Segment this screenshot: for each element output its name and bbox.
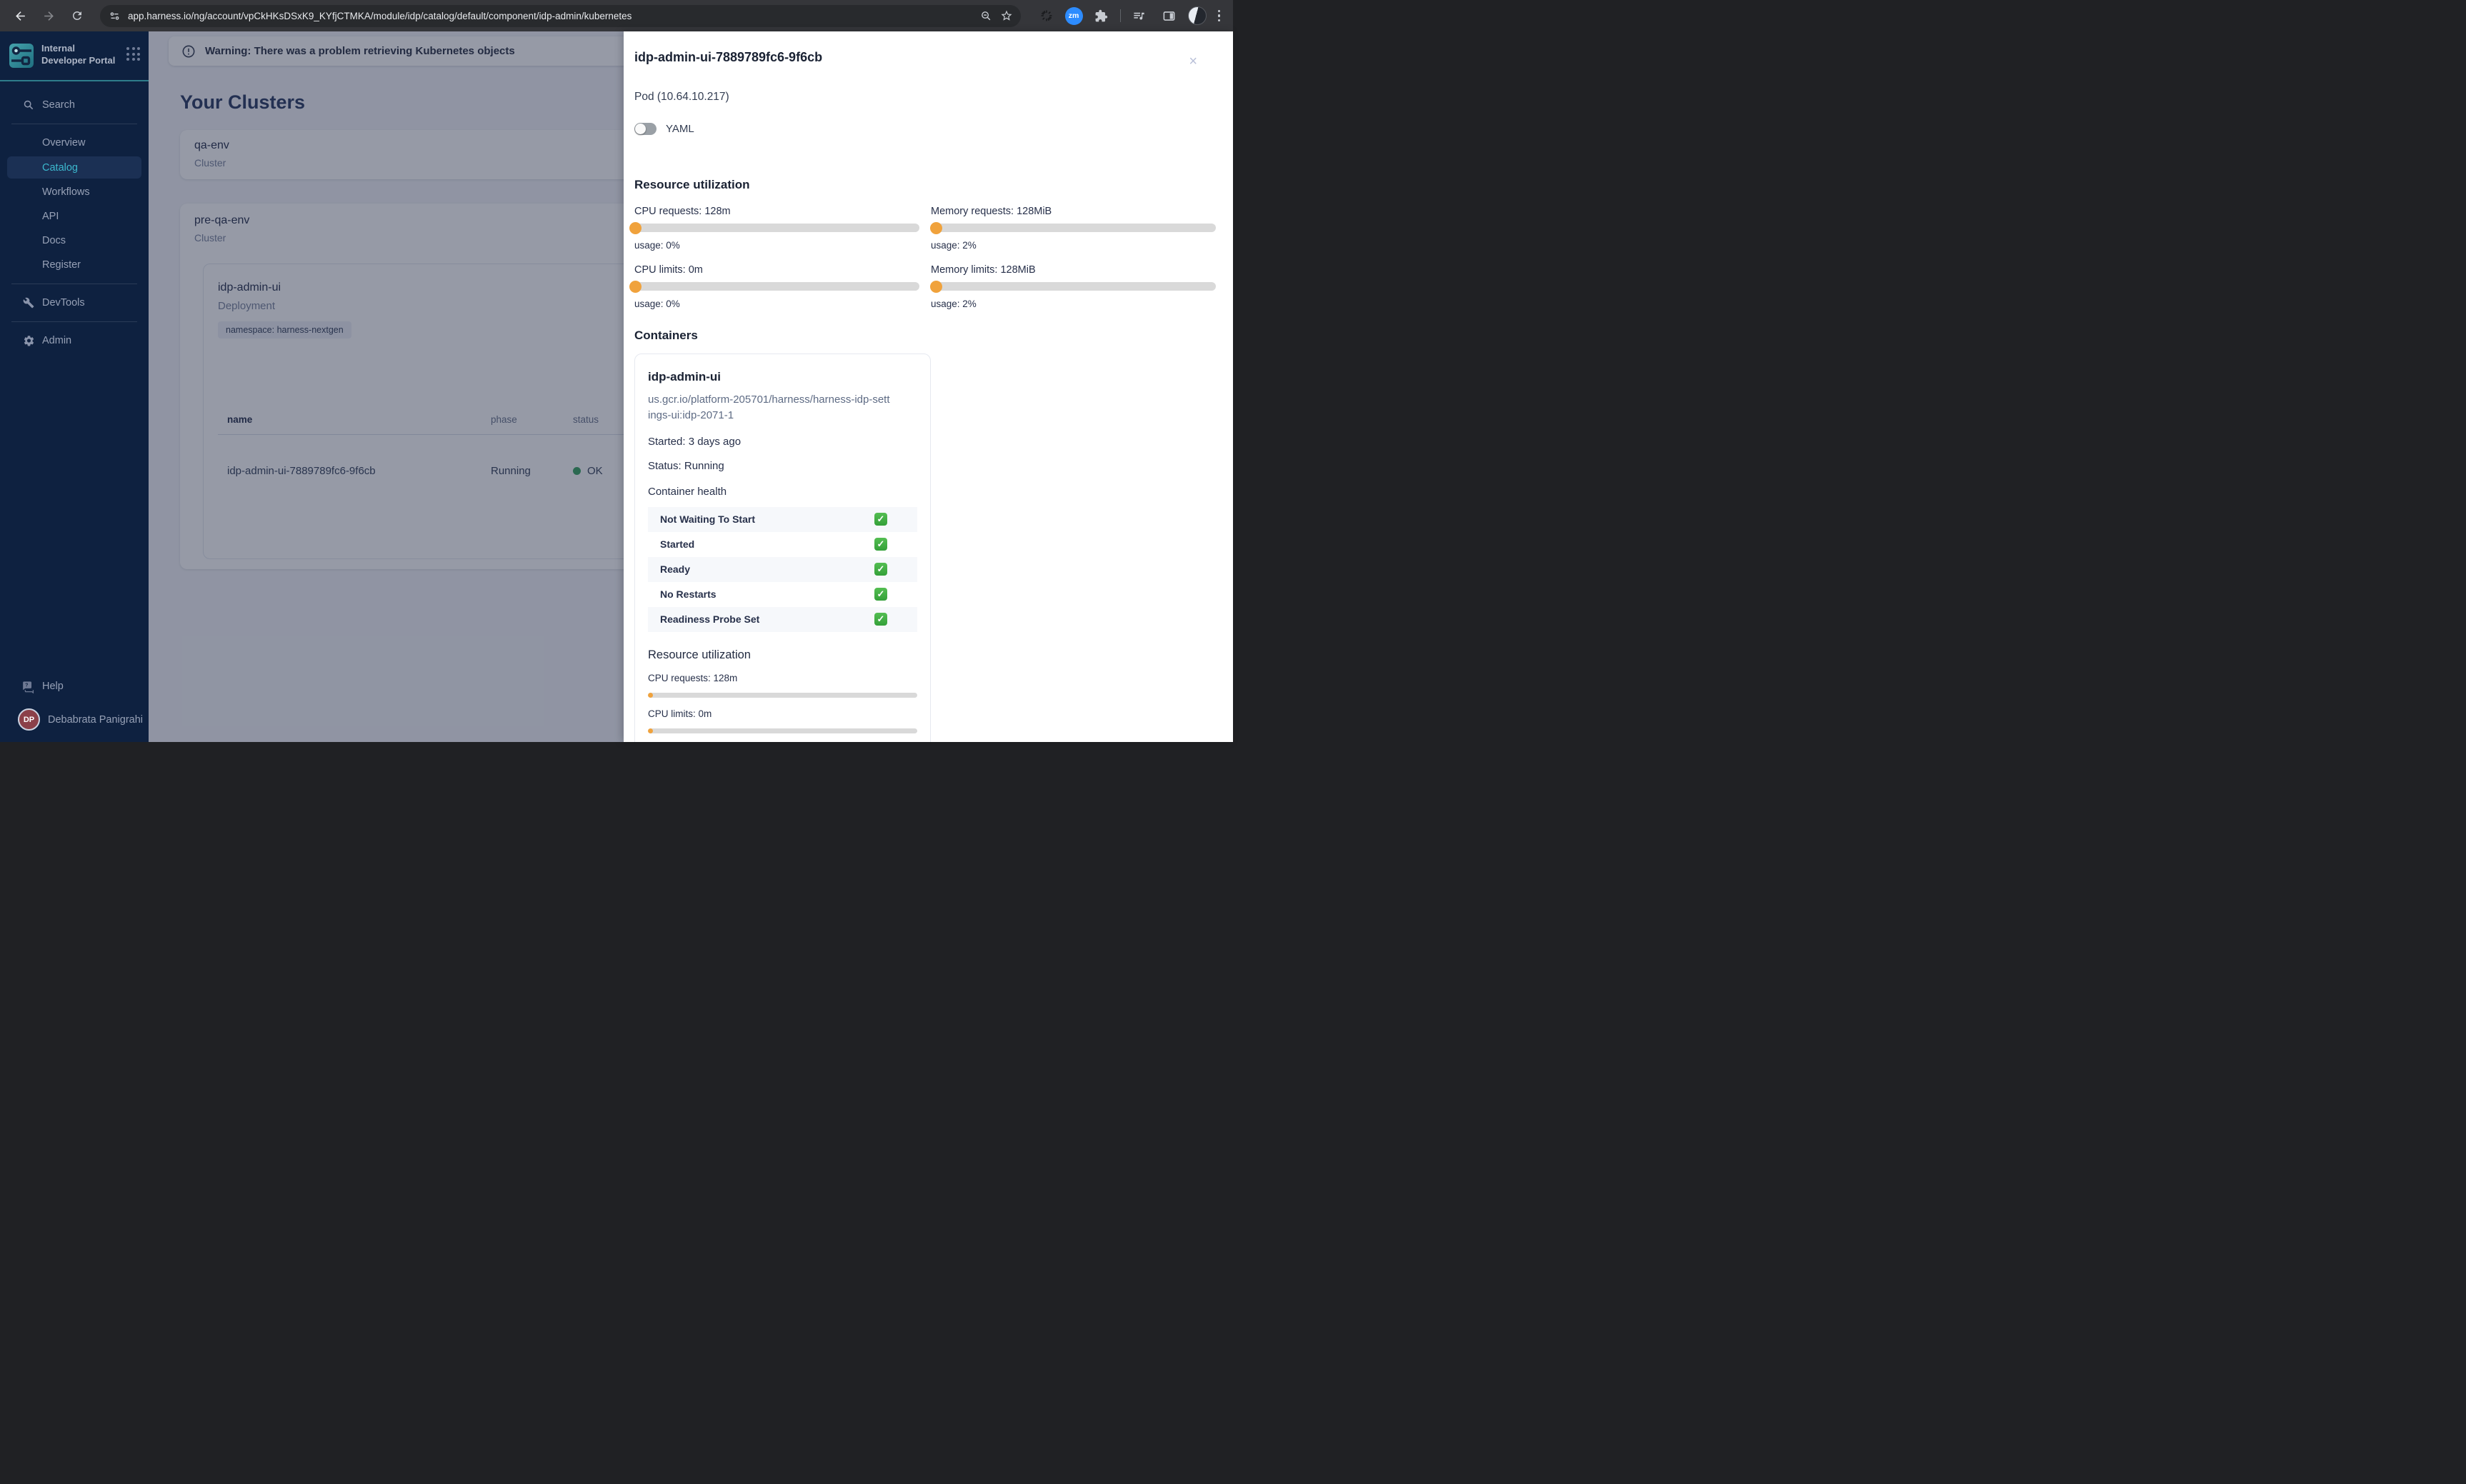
pod-title: idp-admin-ui-7889789fc6-9f6cb [634, 50, 823, 64]
browser-topbar: app.harness.io/ng/account/vpCkHKsDSxK9_K… [0, 0, 1233, 31]
check-icon [874, 513, 887, 526]
resource-metrics-grid: CPU requests: 128m usage: 0% Memory requ… [629, 192, 1217, 309]
gear-icon [24, 336, 34, 346]
idp-logo-icon [9, 44, 34, 68]
back-icon [15, 11, 25, 21]
sidebar-item-workflows[interactable]: Workflows [0, 180, 149, 204]
star-icon [1001, 10, 1012, 21]
container-cpu-requests-bar [648, 692, 917, 698]
back-button[interactable] [9, 4, 31, 27]
wrench-icon [23, 297, 34, 309]
user-profile[interactable]: DP Debabrata Panigrahi [0, 708, 149, 731]
container-card: idp-admin-ui us.gcr.io/platform-205701/h… [634, 354, 931, 742]
bookmark-button[interactable] [997, 6, 1017, 26]
sidebar-item-overview[interactable]: Overview [0, 131, 149, 155]
search-icon [24, 100, 34, 110]
check-icon [874, 538, 887, 551]
sidebar-logo-row: Internal Developer Portal [0, 31, 149, 77]
metric-cpu-limits: CPU limits: 0m usage: 0% [629, 251, 919, 309]
playlist-music-icon [1134, 12, 1144, 20]
health-check-row: Ready [648, 556, 917, 582]
cpu-limits-bar [629, 280, 919, 293]
toggle-knob [635, 124, 646, 134]
sidebar-nav: Search Overview Catalog Workflows API Do… [0, 81, 149, 353]
forward-button[interactable] [37, 4, 60, 27]
drawer-header: idp-admin-ui-7889789fc6-9f6cb × [634, 50, 1217, 69]
side-panel-button[interactable] [1158, 4, 1181, 27]
user-avatar[interactable]: DP [18, 708, 40, 731]
cpu-requests-bar [629, 221, 919, 234]
resource-utilization-heading: Resource utilization [634, 178, 750, 191]
yaml-toggle-row: YAML [634, 123, 1217, 135]
container-resource-metrics: CPU requests: 128m CPU limits: 0m Memory… [648, 673, 917, 743]
yaml-toggle[interactable] [634, 123, 657, 135]
reload-icon [73, 11, 81, 20]
yaml-toggle-label: YAML [666, 123, 694, 135]
memory-limits-bar [929, 280, 1216, 293]
media-controls-button[interactable] [1128, 4, 1151, 27]
pod-subtitle: Pod (10.64.10.217) [634, 91, 729, 103]
portal-title: Internal Developer Portal [41, 43, 116, 66]
spinner-burst-icon [1041, 10, 1052, 21]
sidebar-item-docs[interactable]: Docs [0, 229, 149, 253]
extension-loading-button[interactable] [1035, 4, 1058, 27]
modal-dim-overlay[interactable] [149, 31, 624, 742]
browser-actions: zm [1035, 4, 1225, 27]
help-chat-icon: ? [23, 681, 34, 693]
puzzle-icon [1095, 9, 1108, 21]
user-name: Debabrata Panigrahi [48, 713, 144, 726]
check-icon [874, 588, 887, 601]
health-check-row: Not Waiting To Start [648, 506, 917, 532]
sidebar-item-catalog[interactable]: Catalog [7, 156, 141, 179]
help-button[interactable]: ? Help [0, 674, 149, 698]
zoom-out-icon [982, 11, 991, 20]
apps-grid-icon[interactable] [126, 47, 140, 61]
container-resource-heading: Resource utilization [648, 648, 751, 661]
zoom-extension-button[interactable]: zm [1064, 6, 1083, 25]
sidebar-item-api[interactable]: API [0, 204, 149, 229]
container-started: Started: 3 days ago [648, 435, 742, 448]
forward-icon [44, 11, 54, 21]
browser-menu-button[interactable] [1214, 7, 1225, 25]
containers-heading: Containers [634, 329, 698, 342]
toolbar-separator [1119, 9, 1121, 22]
health-check-row: No Restarts [648, 582, 917, 607]
sidebar-item-register[interactable]: Register [0, 253, 149, 277]
site-settings-tune-icon[interactable] [109, 10, 121, 22]
zoom-level-button[interactable] [977, 6, 997, 26]
main-content: Warning: There was a problem retrieving … [149, 31, 624, 742]
sidebar-item-devtools[interactable]: DevTools [0, 291, 149, 315]
metric-cpu-requests: CPU requests: 128m usage: 0% [629, 192, 919, 251]
svg-text:?: ? [25, 682, 28, 688]
sidebar-item-search[interactable]: Search [0, 93, 149, 117]
browser-profile-avatar[interactable] [1187, 6, 1207, 25]
metric-memory-requests: Memory requests: 128MiB usage: 2% [929, 192, 1216, 251]
sidebar-footer: ? Help DP Debabrata Panigrahi [0, 674, 149, 742]
pod-details-drawer: idp-admin-ui-7889789fc6-9f6cb × Pod (10.… [624, 31, 1233, 742]
sidebar: Internal Developer Portal Search Overvie… [0, 31, 149, 742]
address-bar[interactable]: app.harness.io/ng/account/vpCkHKsDSxK9_K… [100, 4, 1021, 27]
container-status: Status: Running [648, 459, 724, 472]
container-health-heading: Container health [648, 485, 727, 498]
sidebar-divider [11, 321, 137, 322]
side-panel-icon [1163, 11, 1175, 21]
container-name: idp-admin-ui [648, 370, 721, 383]
container-health-checklist: Not Waiting To Start Started Ready No Re… [648, 506, 917, 632]
container-cpu-limits-bar [648, 728, 917, 733]
metric-memory-limits: Memory limits: 128MiB usage: 2% [929, 251, 1216, 309]
reload-button[interactable] [66, 4, 89, 27]
container-image: us.gcr.io/platform-205701/harness/harnes… [648, 393, 890, 421]
sidebar-item-admin[interactable]: Admin [0, 329, 149, 353]
url-text[interactable]: app.harness.io/ng/account/vpCkHKsDSxK9_K… [128, 11, 969, 21]
health-check-row: Readiness Probe Set [648, 606, 917, 632]
health-check-row: Started [648, 532, 917, 557]
extensions-button[interactable] [1090, 4, 1113, 27]
memory-requests-bar [929, 221, 1216, 234]
close-icon[interactable]: × [1189, 54, 1197, 69]
help-label: Help [42, 681, 64, 692]
check-icon [874, 613, 887, 626]
check-icon [874, 563, 887, 576]
